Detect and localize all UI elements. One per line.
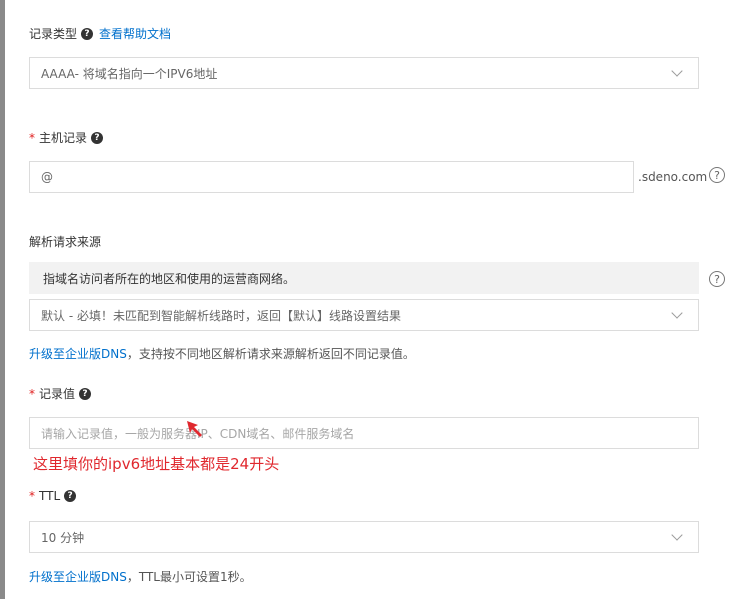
- resolve-source-label-row: 解析请求来源: [29, 233, 101, 250]
- domain-suffix: .sdeno.com: [638, 170, 708, 184]
- ttl-label-row: * TTL ?: [29, 489, 77, 503]
- record-value-label-row: * 记录值 ?: [29, 385, 92, 402]
- question-icon[interactable]: ?: [79, 387, 92, 400]
- chevron-down-icon: [671, 306, 683, 319]
- question-icon[interactable]: ?: [64, 490, 77, 502]
- required-mark: *: [29, 386, 35, 401]
- record-value-label: 记录值: [39, 387, 76, 401]
- ttl-hint-text: ，TTL最小可设置1秒。: [126, 570, 252, 584]
- resolve-source-info-text: 指域名访问者所在的地区和使用的运营商网络。: [43, 271, 296, 286]
- resolve-source-info: 指域名访问者所在的地区和使用的运营商网络。: [29, 262, 699, 294]
- record-type-select[interactable]: AAAA- 将域名指向一个IPV6地址: [29, 57, 699, 89]
- cursor-arrow-icon: [187, 421, 202, 437]
- resolve-source-value: 默认 - 必填！未匹配到智能解析线路时，返回【默认】线路设置结果: [41, 308, 401, 323]
- required-mark: *: [29, 130, 35, 145]
- record-value-input[interactable]: 请输入记录值，一般为服务器IP、CDN域名、邮件服务域名: [29, 417, 699, 449]
- host-record-input[interactable]: @: [29, 161, 634, 193]
- chevron-down-icon: [671, 528, 683, 541]
- ipv6-annotation: 这里填你的ipv6地址基本都是24开头: [33, 455, 280, 473]
- record-type-label-row: 记录类型 ? 查看帮助文档: [29, 25, 171, 42]
- question-icon[interactable]: ?: [81, 27, 94, 40]
- help-circle-icon[interactable]: ?: [709, 271, 725, 287]
- record-type-value: AAAA- 将域名指向一个IPV6地址: [41, 66, 218, 81]
- record-type-label: 记录类型: [29, 27, 78, 41]
- help-circle-icon[interactable]: ?: [709, 167, 725, 183]
- resolve-source-label: 解析请求来源: [29, 235, 102, 249]
- chevron-down-icon: [671, 64, 683, 77]
- ttl-label: TTL: [39, 489, 61, 503]
- host-record-value: @: [41, 170, 53, 184]
- help-doc-link[interactable]: 查看帮助文档: [99, 25, 171, 42]
- resolve-source-hint-text: ，支持按不同地区解析请求来源解析返回不同记录值。: [126, 347, 415, 361]
- record-value-placeholder: 请输入记录值，一般为服务器IP、CDN域名、邮件服务域名: [41, 425, 687, 442]
- ttl-value: 10 分钟: [41, 530, 85, 545]
- upgrade-enterprise-dns-link[interactable]: 升级至企业版DNS: [29, 347, 127, 361]
- question-icon[interactable]: ?: [91, 131, 104, 144]
- ttl-hint: 升级至企业版DNS，TTL最小可设置1秒。: [29, 568, 252, 585]
- window-left-edge: [0, 0, 5, 599]
- resolve-source-hint: 升级至企业版DNS，支持按不同地区解析请求来源解析返回不同记录值。: [29, 345, 415, 362]
- host-record-label-row: * 主机记录 ?: [29, 129, 104, 146]
- host-record-label: 主机记录: [39, 131, 88, 145]
- resolve-source-select[interactable]: 默认 - 必填！未匹配到智能解析线路时，返回【默认】线路设置结果: [29, 299, 699, 331]
- ttl-select[interactable]: 10 分钟: [29, 521, 699, 553]
- upgrade-enterprise-dns-link[interactable]: 升级至企业版DNS: [29, 570, 127, 584]
- required-mark: *: [29, 489, 35, 503]
